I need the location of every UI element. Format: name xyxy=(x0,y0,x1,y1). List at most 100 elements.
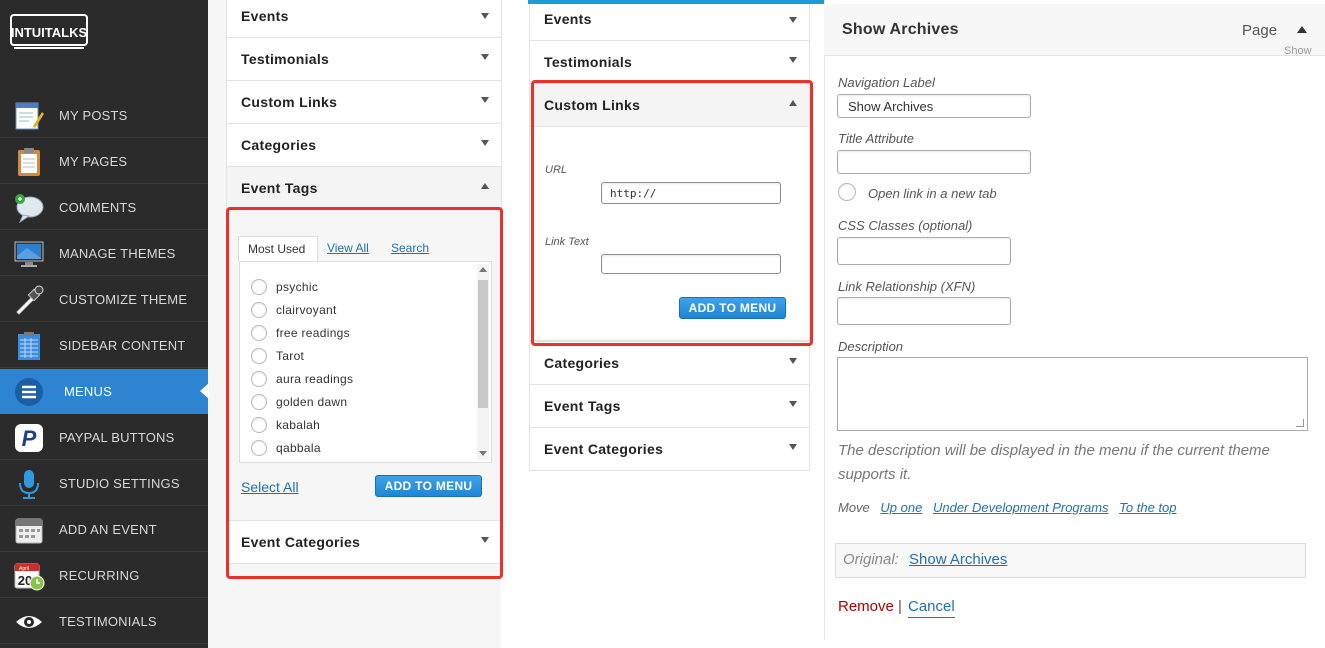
accordion-title: Testimonials xyxy=(544,54,633,70)
sidebar-item-label: MANAGE THEMES xyxy=(59,246,176,261)
sidebar-item-sidebar-content[interactable]: SIDEBAR CONTENT xyxy=(0,323,208,368)
sidebar-item-label: TESTIMONIALS xyxy=(59,614,157,629)
move-label: Move xyxy=(838,500,870,515)
accordion-title: Event Categories xyxy=(544,441,664,457)
xfn-label: Link Relationship (XFN) xyxy=(838,279,976,294)
sidebar-item-testimonials[interactable]: TESTIMONIALS xyxy=(0,599,208,644)
description-help-text: The description will be displayed in the… xyxy=(838,442,1270,483)
chevron-down-icon xyxy=(481,13,489,19)
accordion-events[interactable]: Events xyxy=(226,0,502,38)
sidebar-item-label: RECURRING xyxy=(59,568,140,583)
sidebar: INTUITALKS MY POSTS MY PAGES COMMENTS MA… xyxy=(0,0,209,648)
chevron-down-icon xyxy=(789,401,797,407)
svg-text:P: P xyxy=(22,426,37,451)
remove-link[interactable]: Remove xyxy=(838,598,894,615)
accordion-events[interactable]: Events xyxy=(529,4,810,41)
description-textarea[interactable] xyxy=(837,357,1308,431)
xfn-input[interactable] xyxy=(837,297,1011,325)
original-label: Original: xyxy=(843,551,899,568)
chevron-down-icon xyxy=(481,54,489,60)
accordion-title: Events xyxy=(544,11,592,27)
new-tab-label: Open link in a new tab xyxy=(868,186,997,201)
navigation-label-label: Navigation Label xyxy=(838,75,935,90)
title-attribute-label: Title Attribute xyxy=(838,131,914,146)
accordion-title: Custom Links xyxy=(241,94,338,110)
move-up-one-link[interactable]: Up one xyxy=(880,500,922,515)
sidebar-item-label: STUDIO SETTINGS xyxy=(59,476,180,491)
action-separator: | xyxy=(898,598,902,615)
eye-icon xyxy=(16,616,42,628)
sidebar-item-label: SIDEBAR CONTENT xyxy=(59,338,186,353)
move-links: Move Up one Under Development Programs T… xyxy=(838,500,1177,515)
show-partial-text: Show xyxy=(1284,45,1312,57)
css-classes-label: CSS Classes (optional) xyxy=(838,218,973,233)
sidebar-item-label: MY PAGES xyxy=(59,154,128,169)
collapse-arrow-icon[interactable] xyxy=(1297,26,1307,33)
microphone-icon xyxy=(19,470,39,499)
new-tab-checkbox[interactable] xyxy=(838,183,856,201)
css-classes-input[interactable] xyxy=(837,237,1011,265)
sidebar-item-recurring[interactable]: April 20 RECURRING xyxy=(0,553,208,598)
accordion-categories[interactable]: Categories xyxy=(226,124,502,167)
accordion-title: Categories xyxy=(544,355,620,371)
logo-text: INTUITALKS xyxy=(11,25,88,40)
cancel-link[interactable]: Cancel xyxy=(908,598,955,618)
move-under-link[interactable]: Under Development Programs xyxy=(933,500,1109,515)
notepad-pen-icon xyxy=(15,102,44,130)
highlight-box xyxy=(226,207,503,579)
accordion-categories[interactable]: Categories xyxy=(529,341,810,385)
calendar-icon xyxy=(15,518,43,544)
chevron-down-icon xyxy=(789,444,797,450)
accordion-title: Categories xyxy=(241,137,317,153)
chevron-down-icon xyxy=(789,17,797,23)
menu-item-type: Page xyxy=(1242,22,1278,39)
sidebar-item-label: CUSTOMIZE THEME xyxy=(59,292,188,307)
accordion-title: Event Tags xyxy=(544,398,621,414)
sidebar-item-customize-theme[interactable]: CUSTOMIZE THEME xyxy=(0,277,208,322)
eyedropper-icon xyxy=(16,285,44,315)
speech-bubble-icon xyxy=(15,194,44,224)
chevron-down-icon xyxy=(789,358,797,364)
original-box xyxy=(835,543,1306,578)
chevron-up-icon xyxy=(481,183,489,189)
accordion-event-tags[interactable]: Event Tags xyxy=(226,167,502,210)
clipboard-icon xyxy=(18,148,40,176)
accordion-testimonials[interactable]: Testimonials xyxy=(226,38,502,81)
sidebar-item-comments[interactable]: COMMENTS xyxy=(0,185,208,230)
description-label: Description xyxy=(838,339,904,354)
highlight-box xyxy=(531,80,813,346)
accordion-title: Event Tags xyxy=(241,180,318,196)
sidebar-item-label: MY POSTS xyxy=(59,108,128,123)
accordion-event-categories[interactable]: Event Categories xyxy=(529,428,810,471)
sidebar-item-my-pages[interactable]: MY PAGES xyxy=(0,139,208,184)
sidebar-item-manage-themes[interactable]: MANAGE THEMES xyxy=(0,231,208,276)
sidebar-item-studio-settings[interactable]: STUDIO SETTINGS xyxy=(0,461,208,506)
sidebar-item-label: MENUS xyxy=(64,384,112,399)
title-attribute-input[interactable] xyxy=(837,150,1031,174)
sidebar-item-my-posts[interactable]: MY POSTS xyxy=(0,93,208,138)
chevron-down-icon xyxy=(481,140,489,146)
calendar-month-text: April xyxy=(19,566,29,572)
original-link[interactable]: Show Archives xyxy=(909,551,1007,568)
accordion-testimonials[interactable]: Testimonials xyxy=(529,41,810,84)
sidebar-item-add-an-event[interactable]: ADD AN EVENT xyxy=(0,507,208,552)
monitor-icon xyxy=(14,241,44,267)
grid-sheet-icon xyxy=(18,332,40,360)
calendar-clock-icon: April20 xyxy=(14,563,45,591)
chevron-down-icon xyxy=(481,97,489,103)
sidebar-item-label: PAYPAL BUTTONS xyxy=(59,430,175,445)
navigation-label-input[interactable] xyxy=(837,94,1031,118)
sidebar-item-paypal-buttons[interactable]: P PAYPAL BUTTONS xyxy=(0,415,208,460)
sidebar-item-label: ADD AN EVENT xyxy=(59,522,157,537)
accordion-title: Testimonials xyxy=(241,51,330,67)
menu-lines-icon xyxy=(15,378,43,406)
intuitalks-logo[interactable]: INTUITALKS xyxy=(10,12,88,52)
move-to-top-link[interactable]: To the top xyxy=(1119,500,1176,515)
accordion-custom-links[interactable]: Custom Links xyxy=(226,81,502,124)
accordion-event-tags[interactable]: Event Tags xyxy=(529,385,810,428)
accordion-title: Events xyxy=(241,8,289,24)
sidebar-item-menus[interactable]: MENUS xyxy=(0,369,209,414)
resize-handle-icon[interactable] xyxy=(1296,419,1304,427)
paypal-icon: P xyxy=(15,424,43,452)
sidebar-item-label: COMMENTS xyxy=(59,200,137,215)
